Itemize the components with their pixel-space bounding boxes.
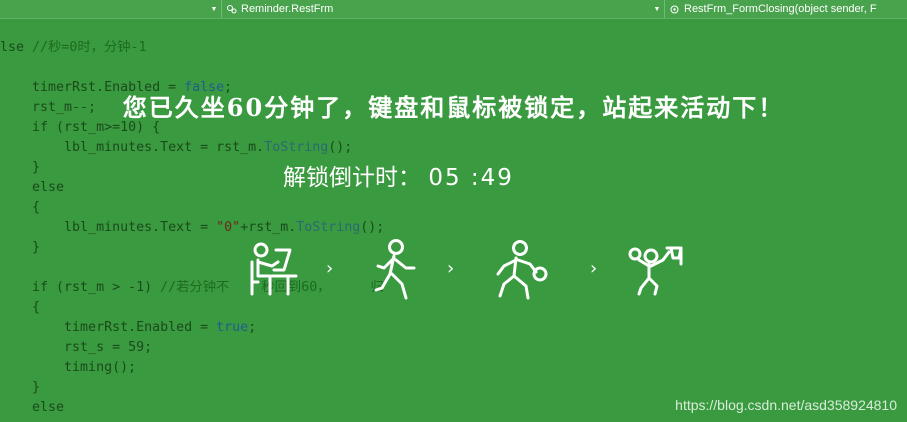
class-icon <box>227 4 237 13</box>
code-line: rst_s = 59; <box>0 340 153 355</box>
ball-player-icon <box>496 240 548 300</box>
code-line: lbl_minutes.Text = rst_m.ToString(); <box>0 140 353 155</box>
code-line: timerRst.Enabled = true; <box>0 320 257 335</box>
countdown: 解锁倒计时： 05 :49 <box>283 158 514 192</box>
code-line: lbl_minutes.Text = "0"+rst_m.ToString(); <box>0 220 385 235</box>
member-combo[interactable]: RestFrm_FormClosing(object sender, F <box>665 0 907 18</box>
countdown-label: 解锁倒计时： <box>283 165 421 191</box>
editor-navigation-bar: ▼ Reminder.RestFrm ▼ RestFrm_FormClosing… <box>0 0 907 19</box>
countdown-separator: : <box>470 165 481 191</box>
lock-message: 您已久坐60分钟了，键盘和鼠标被锁定，站起来活动下！ <box>122 93 785 122</box>
code-line: { <box>0 200 41 215</box>
countdown-minutes: 05 <box>428 165 462 191</box>
step-chevron: › <box>590 258 598 279</box>
method-icon <box>670 5 679 13</box>
code-line: } <box>0 380 41 395</box>
step-chevron: › <box>447 258 455 279</box>
chevron-down-icon: ▼ <box>210 5 218 13</box>
walking-person-icon <box>374 239 416 300</box>
activity-steps: › › › <box>0 236 907 306</box>
class-combo[interactable]: Reminder.RestFrm ▼ <box>222 0 665 18</box>
step-chevron: › <box>326 258 334 279</box>
watermark: https://blog.csdn.net/asd358924810 <box>675 397 897 413</box>
project-combo[interactable]: ▼ <box>0 0 222 18</box>
member-combo-label: RestFrm_FormClosing(object sender, F <box>684 3 877 15</box>
countdown-time: 05 :49 <box>428 165 514 191</box>
class-combo-label: Reminder.RestFrm <box>241 3 334 15</box>
chevron-down-icon: ▼ <box>653 5 661 13</box>
code-line: else <box>0 400 65 415</box>
countdown-seconds: 49 <box>480 165 514 191</box>
code-line: timing(); <box>0 360 137 375</box>
person-at-computer-icon <box>250 242 298 296</box>
code-line: lse //秒=0时，分钟-1 <box>0 40 147 55</box>
basketball-player-icon <box>628 246 683 296</box>
